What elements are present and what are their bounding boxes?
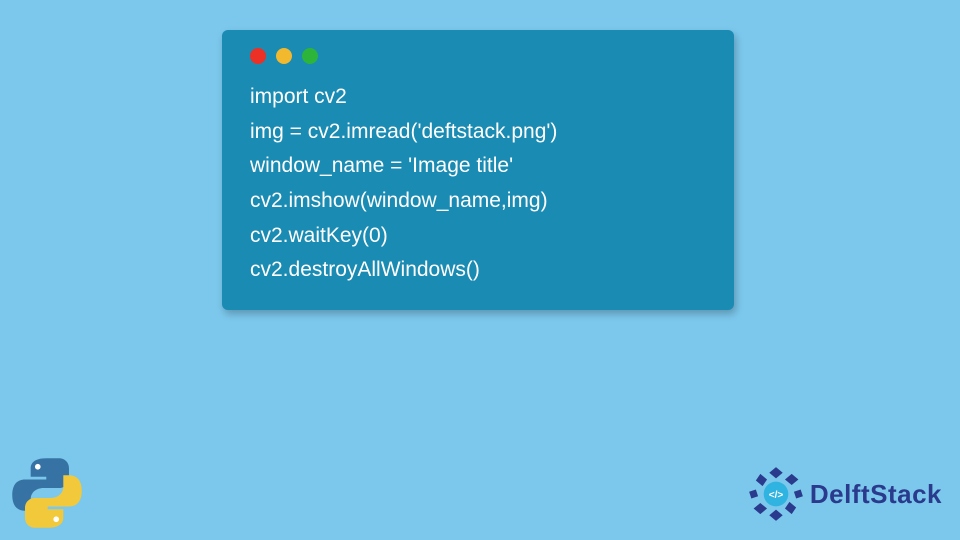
code-window: import cv2 img = cv2.imread('deftstack.p… bbox=[222, 30, 734, 310]
brand-name: DelftStack bbox=[810, 479, 942, 510]
maximize-dot-icon bbox=[302, 48, 318, 64]
code-line: img = cv2.imread('deftstack.png') bbox=[250, 115, 706, 150]
code-line: cv2.imshow(window_name,img) bbox=[250, 184, 706, 219]
minimize-dot-icon bbox=[276, 48, 292, 64]
code-line: cv2.waitKey(0) bbox=[250, 219, 706, 254]
code-block: import cv2 img = cv2.imread('deftstack.p… bbox=[250, 80, 706, 288]
window-traffic-lights bbox=[250, 48, 706, 64]
code-line: import cv2 bbox=[250, 80, 706, 115]
svg-text:</>: </> bbox=[769, 490, 784, 501]
python-logo-icon bbox=[8, 454, 86, 532]
code-line: window_name = 'Image title' bbox=[250, 149, 706, 184]
code-line: cv2.destroyAllWindows() bbox=[250, 253, 706, 288]
brand: </> DelftStack bbox=[748, 466, 942, 522]
delftstack-logo-icon: </> bbox=[748, 466, 804, 522]
close-dot-icon bbox=[250, 48, 266, 64]
